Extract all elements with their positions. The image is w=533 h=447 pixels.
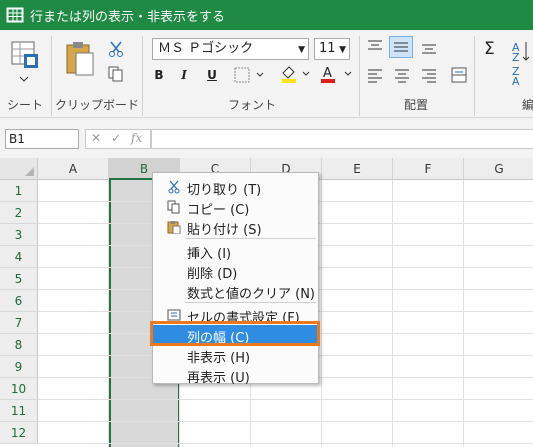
grid-row-line — [38, 421, 533, 422]
menu-item-label: 非表示 (H) — [187, 351, 251, 366]
grid-column-line — [108, 180, 109, 447]
svg-text:A: A — [323, 66, 332, 81]
menu-item-label: 挿入 (I) — [187, 247, 232, 262]
align-right-icon[interactable] — [420, 66, 438, 84]
svg-text:A: A — [512, 75, 520, 86]
font-color-icon[interactable]: A — [318, 64, 354, 84]
menu-item-label: 再表示 (U) — [187, 371, 250, 386]
fill-color-icon[interactable] — [279, 64, 311, 84]
group-label-sheet: シート — [7, 98, 44, 112]
menu-item[interactable]: 切り取り (T) — [153, 177, 318, 198]
row-header[interactable]: 1 — [0, 180, 38, 202]
column-header-g[interactable]: G — [464, 158, 533, 180]
menu-item[interactable]: コピー (C) — [153, 197, 318, 218]
scissors-icon — [168, 180, 180, 194]
window-title: 行または列の表示・非表示をする — [30, 9, 226, 25]
column-header-e[interactable]: E — [322, 158, 393, 180]
row-header[interactable]: 10 — [0, 378, 38, 400]
group-label-font: フォント — [228, 98, 277, 112]
menu-item-label: 貼り付け (S) — [187, 223, 262, 238]
underline-button[interactable]: U — [203, 66, 221, 84]
ribbon: シート クリップボード ＭＳ Ｐゴシック ▼ 11 ▼ B I U A フォント… — [0, 30, 533, 118]
align-middle-icon[interactable] — [389, 36, 413, 58]
merge-cells-icon[interactable] — [450, 66, 468, 84]
menu-item[interactable]: 数式と値のクリア (N) — [153, 281, 318, 302]
italic-button[interactable]: I — [175, 66, 193, 84]
font-name-select[interactable]: ＭＳ Ｐゴシック ▼ — [152, 38, 309, 60]
svg-text:Σ: Σ — [484, 39, 495, 59]
formula-buttons: ✕ ✓ fx — [85, 129, 151, 149]
row-header[interactable]: 8 — [0, 334, 38, 356]
select-all-corner[interactable] — [0, 158, 38, 180]
menu-item[interactable]: 非表示 (H) — [153, 345, 318, 366]
context-menu: 切り取り (T) コピー (C) 貼り付け (S) 挿入 (I) 削除 (D) 数式と値の… — [152, 172, 319, 386]
grid-column-line — [463, 180, 464, 447]
menu-item[interactable]: 再表示 (U) — [153, 365, 318, 386]
align-bottom-icon[interactable] — [420, 38, 438, 56]
group-label-editing: 編 — [522, 98, 533, 112]
align-center-icon[interactable] — [393, 66, 411, 84]
row-header[interactable]: 4 — [0, 246, 38, 268]
title-bar: 行または列の表示・非表示をする — [0, 0, 533, 30]
callout-highlight — [150, 321, 320, 346]
chevron-down-icon[interactable] — [19, 75, 29, 83]
column-header-a[interactable]: A — [38, 158, 109, 180]
menu-item[interactable]: 挿入 (I) — [153, 241, 318, 262]
function-icon[interactable]: fx — [131, 131, 142, 145]
menu-separator — [185, 302, 316, 303]
spreadsheet-app-icon — [6, 7, 24, 23]
menu-separator — [185, 238, 316, 239]
row-header[interactable]: 3 — [0, 224, 38, 246]
sort-icon[interactable]: A Z Z A — [510, 38, 532, 86]
border-icon[interactable] — [233, 66, 265, 84]
chevron-down-icon: ▼ — [339, 45, 346, 55]
row-header[interactable]: 5 — [0, 268, 38, 290]
row-header[interactable]: 6 — [0, 290, 38, 312]
cut-icon[interactable] — [107, 40, 125, 58]
enter-icon[interactable]: ✓ — [111, 131, 121, 145]
format-cells-icon — [167, 309, 181, 321]
row-header[interactable]: 7 — [0, 312, 38, 334]
svg-text:Z: Z — [512, 51, 520, 64]
copy-icon — [167, 200, 180, 214]
grid-row-line — [38, 443, 533, 444]
column-header-f[interactable]: F — [393, 158, 464, 180]
formula-bar: B1 ✕ ✓ fx — [0, 118, 533, 158]
autosum-icon[interactable]: Σ — [482, 38, 502, 60]
row-header[interactable]: 12 — [0, 422, 38, 444]
row-header[interactable]: 2 — [0, 202, 38, 224]
chevron-down-icon: ▼ — [298, 45, 305, 55]
grid-row-line — [38, 399, 533, 400]
paste-large-icon[interactable] — [64, 40, 96, 78]
menu-item[interactable]: 削除 (D) — [153, 261, 318, 282]
copy-icon[interactable] — [107, 65, 125, 83]
paste-icon — [167, 221, 181, 234]
menu-item-label: 削除 (D) — [187, 267, 238, 282]
row-header[interactable]: 11 — [0, 400, 38, 422]
align-left-icon[interactable] — [366, 66, 384, 84]
row-header[interactable]: 9 — [0, 356, 38, 378]
menu-item-label: 数式と値のクリア (N) — [187, 287, 316, 302]
font-size-select[interactable]: 11 ▼ — [314, 38, 350, 60]
bold-button[interactable]: B — [150, 66, 168, 84]
group-label-alignment: 配置 — [404, 98, 429, 112]
menu-item[interactable]: 貼り付け (S) — [153, 217, 318, 238]
menu-item-label: コピー (C) — [187, 203, 250, 218]
menu-item-label: 切り取り (T) — [187, 183, 262, 198]
align-top-icon[interactable] — [366, 38, 384, 56]
cancel-icon[interactable]: ✕ — [91, 131, 101, 145]
grid-column-line — [321, 180, 322, 447]
sheet-icon[interactable] — [10, 40, 42, 74]
formula-input[interactable] — [151, 129, 533, 149]
group-label-clipboard: クリップボード — [55, 98, 140, 112]
grid-column-line — [392, 180, 393, 447]
name-box[interactable]: B1 — [5, 129, 79, 149]
